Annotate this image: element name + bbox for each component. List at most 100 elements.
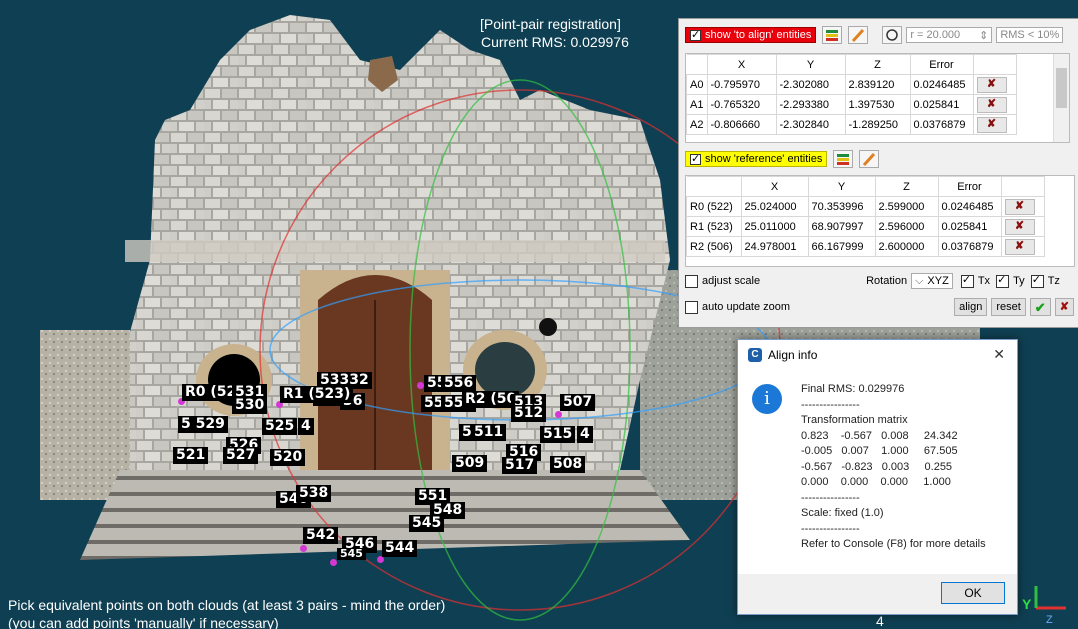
picked-point (417, 382, 424, 389)
table-row[interactable]: R0 (522) 25.024000 70.353996 2.599000 0.… (686, 196, 1045, 217)
show-reference-toggle[interactable]: show 'reference' entities (685, 151, 828, 167)
dialog-footer: OK (738, 574, 1017, 614)
convert-to-cloud-icon[interactable] (833, 150, 854, 168)
show-reference-label: show 'reference' entities (705, 153, 823, 165)
adjust-scale-checkbox[interactable] (685, 274, 698, 288)
point-label: 542 (303, 527, 339, 544)
point-label: 515 (540, 426, 576, 443)
col-header: Y (807, 176, 876, 197)
point-label: 521 (173, 447, 209, 464)
rms-filter-field[interactable]: RMS < 10% (996, 27, 1064, 43)
table-header: X Y Z Error (686, 176, 1045, 197)
point-label: 512 (511, 405, 547, 422)
info-icon: i (752, 384, 782, 414)
dialog-message: Final RMS: 0.029976 ---------------- Tra… (801, 383, 986, 550)
hint-line-2: (you can add points 'manually' if necess… (8, 615, 279, 629)
col-header: Z (844, 54, 911, 75)
delete-point-button[interactable]: ✘ (976, 116, 1007, 133)
point-label: 507 (560, 394, 596, 411)
cancel-button[interactable]: ✘ (1054, 298, 1074, 316)
hint-line-1: Pick equivalent points on both clouds (a… (8, 597, 446, 613)
to-align-header: show 'to align' entities r = 20.000⇕ RMS… (685, 25, 1078, 45)
pencil-icon[interactable] (859, 150, 880, 168)
point-label: 556 (441, 375, 477, 392)
vertical-scrollbar[interactable] (1053, 54, 1069, 142)
table-row[interactable]: A2 -0.806660 -2.302840 -1.289250 0.03768… (686, 114, 1017, 135)
align-button[interactable]: align (954, 298, 988, 316)
show-to-align-toggle[interactable]: show 'to align' entities (685, 27, 817, 43)
close-icon[interactable]: ✕ (993, 346, 1005, 363)
reference-header: show 'reference' entities (685, 149, 1078, 169)
point-label: 4 (577, 426, 593, 443)
delete-point-button[interactable]: ✘ (1004, 198, 1035, 215)
rotation-select[interactable]: ⌵ XYZ (911, 273, 953, 289)
ty-label: Ty (1013, 275, 1025, 287)
tz-checkbox[interactable] (1030, 273, 1044, 288)
pencil-icon[interactable] (848, 26, 869, 44)
scroll-thumb[interactable] (1056, 68, 1067, 108)
radius-field[interactable]: r = 20.000 ⇕ (906, 27, 993, 43)
reset-button[interactable]: reset (991, 298, 1026, 316)
col-header: Error (937, 176, 1002, 197)
current-rms: Current RMS: 0.029976 (481, 34, 629, 50)
point-label: 545 (409, 515, 445, 532)
dialog-titlebar[interactable]: C Align info ✕ (738, 340, 1017, 370)
delete-point-button[interactable]: ✘ (976, 96, 1007, 113)
tz-label: Tz (1047, 275, 1060, 287)
col-header: X (740, 176, 809, 197)
spinner-icon[interactable]: ⇕ (979, 29, 988, 42)
col-header: Error (909, 54, 974, 75)
tx-label: Tx (977, 275, 991, 287)
point-label: R1 (523) (280, 386, 354, 403)
table-row[interactable]: R2 (506) 24.978001 66.167999 2.600000 0.… (686, 236, 1045, 257)
point-label: 520 (270, 449, 306, 466)
scale-label: 4 (876, 613, 884, 629)
point-label: 545 (337, 548, 366, 560)
point-label: 525 (262, 418, 298, 435)
mode-title: [Point-pair registration] (480, 16, 621, 32)
delete-point-button[interactable]: ✘ (1004, 238, 1035, 255)
show-to-align-label: show 'to align' entities (705, 29, 812, 41)
to-align-grid: X Y Z Error A0 -0.795970 -2.302080 2.839… (686, 54, 1017, 135)
table-row[interactable]: A0 -0.795970 -2.302080 2.839120 0.024648… (686, 74, 1017, 95)
point-label: 508 (550, 456, 586, 473)
ty-checkbox[interactable] (996, 273, 1010, 288)
delete-point-button[interactable]: ✘ (1004, 218, 1035, 235)
sphere-icon[interactable] (882, 26, 903, 44)
point-label: 4 (298, 418, 314, 435)
dialog-title: Align info (768, 348, 818, 362)
table-row[interactable]: A1 -0.765320 -2.293380 1.397530 0.025841… (686, 94, 1017, 115)
table-header: X Y Z Error (686, 54, 1017, 75)
to-align-table: X Y Z Error A0 -0.795970 -2.302080 2.839… (685, 53, 1070, 143)
point-label: 527 (223, 447, 259, 464)
point-label: R0 (52 (182, 384, 240, 401)
point-label: 509 (452, 455, 488, 472)
registration-panel: show 'to align' entities r = 20.000⇕ RMS… (678, 18, 1078, 328)
picked-point (555, 411, 562, 418)
auto-update-zoom-label: auto update zoom (702, 301, 791, 313)
tx-checkbox[interactable] (960, 273, 974, 288)
adjust-scale-label: adjust scale (702, 275, 761, 287)
point-label: 538 (296, 485, 332, 502)
col-header: Y (775, 54, 846, 75)
picked-point (377, 556, 384, 563)
convert-to-cloud-icon[interactable] (822, 26, 843, 44)
cloudcompare-logo-icon: C (748, 348, 762, 362)
validate-button[interactable]: ✔ (1029, 298, 1051, 316)
axis-y-label: Y (1022, 596, 1032, 612)
point-label: 544 (382, 540, 418, 557)
delete-point-button[interactable]: ✘ (976, 76, 1007, 93)
table-row[interactable]: R1 (523) 25.011000 68.907997 2.596000 0.… (686, 216, 1045, 237)
auto-update-zoom-checkbox[interactable] (685, 300, 698, 314)
rotation-label: Rotation (866, 275, 908, 287)
show-to-align-checkbox[interactable] (690, 28, 701, 41)
col-header: Z (874, 176, 939, 197)
col-header: X (706, 54, 777, 75)
scale-rotation-row: adjust scale Rotation ⌵ XYZ Tx Ty Tz (685, 271, 1078, 291)
reference-grid: X Y Z Error R0 (522) 25.024000 70.353996… (686, 176, 1045, 257)
show-reference-checkbox[interactable] (690, 152, 701, 165)
point-label: 517 (502, 457, 538, 474)
reference-table: X Y Z Error R0 (522) 25.024000 70.353996… (685, 175, 1075, 267)
ok-button[interactable]: OK (941, 582, 1005, 604)
picked-point (300, 545, 307, 552)
